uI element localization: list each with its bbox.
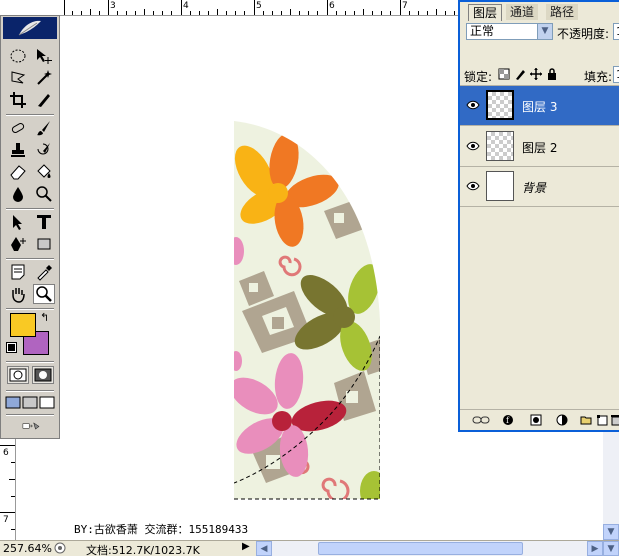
trash-icon[interactable]: [610, 414, 619, 426]
ruler-number: 6: [3, 448, 9, 458]
lock-position-icon[interactable]: [530, 68, 542, 80]
quick-mask-mode-icon[interactable]: [32, 366, 54, 384]
blend-mode-select[interactable]: 正常 ▼: [466, 23, 553, 40]
magic-wand-icon[interactable]: [33, 68, 55, 88]
screen-mode-full-menu-icon[interactable]: [22, 392, 38, 412]
document-canvas[interactable]: BY:古欲香萧 交流群：155189433: [16, 16, 458, 540]
credit-text: BY:古欲香萧 交流群：155189433: [74, 523, 249, 536]
toolbox-separator: [6, 361, 54, 363]
document-size-info: 文档:512.7K/1023.7K: [86, 544, 200, 557]
history-brush-icon[interactable]: [33, 140, 55, 160]
layer-name: 背景: [522, 181, 547, 195]
toolbox-separator: [6, 114, 54, 116]
brush-icon[interactable]: [33, 118, 55, 138]
swap-colors-icon[interactable]: ↰: [40, 311, 49, 324]
blur-icon[interactable]: [7, 184, 29, 204]
jump-to-imageready-icon[interactable]: [9, 416, 53, 436]
layer-name: 图层 3: [522, 100, 558, 114]
dodge-icon[interactable]: [33, 184, 55, 204]
screen-mode-full-icon[interactable]: [39, 392, 55, 412]
default-colors-icon[interactable]: [6, 342, 17, 353]
shape-icon[interactable]: [33, 234, 55, 254]
new-group-icon[interactable]: [580, 414, 592, 426]
healing-icon[interactable]: [7, 118, 29, 138]
stamp-icon[interactable]: [7, 140, 29, 160]
scroll-right-button[interactable]: ▶: [587, 541, 603, 556]
visibility-eye-icon[interactable]: [466, 100, 480, 110]
type-icon[interactable]: [33, 212, 55, 232]
standard-mode-icon[interactable]: [7, 366, 29, 384]
ruler-number: 7: [3, 515, 9, 525]
adjustment-layer-icon[interactable]: [556, 414, 568, 426]
status-bar: 257.64% 文档:512.7K/1023.7K ▶ ◀ ▶ ▼: [0, 540, 619, 557]
tab-layers[interactable]: 图层: [468, 4, 503, 21]
feather-logo-icon: [18, 20, 41, 36]
screen-mode-standard-icon[interactable]: [5, 392, 21, 412]
chevron-down-icon: ▼: [537, 24, 552, 39]
layer-row[interactable]: 背景: [460, 167, 619, 207]
horizontal-scroll-thumb[interactable]: [318, 542, 523, 555]
pen-icon[interactable]: [7, 234, 29, 254]
zoom-level[interactable]: 257.64%: [3, 542, 52, 555]
hand-icon[interactable]: [7, 284, 29, 304]
notes-icon[interactable]: [7, 262, 29, 282]
opacity-input[interactable]: 1: [613, 23, 619, 40]
lasso-icon[interactable]: [7, 68, 29, 88]
blend-mode-value: 正常: [470, 24, 495, 38]
layer-row[interactable]: 图层 2: [460, 127, 619, 167]
link-layers-icon[interactable]: [472, 414, 490, 426]
flower-pattern-artwork[interactable]: [234, 121, 380, 501]
lock-all-icon[interactable]: [546, 68, 558, 80]
tab-paths[interactable]: 路径: [546, 4, 579, 20]
status-options-icon[interactable]: [54, 542, 66, 554]
ruler-minor-ticks: [72, 9, 455, 15]
layer-name: 图层 2: [522, 141, 558, 155]
status-menu-arrow-icon[interactable]: ▶: [242, 541, 250, 552]
toolbox-separator: [6, 308, 54, 310]
slice-icon[interactable]: [33, 90, 55, 110]
visibility-eye-icon[interactable]: [466, 141, 480, 151]
layer-style-icon[interactable]: f: [502, 414, 514, 426]
scroll-left-button[interactable]: ◀: [256, 541, 272, 556]
toolbox-panel[interactable]: ↰: [0, 15, 60, 439]
toolbox-header[interactable]: [3, 17, 57, 39]
layers-panel-footer: f: [460, 409, 619, 430]
crop-icon[interactable]: [7, 90, 29, 110]
scroll-corner-down-button[interactable]: ▼: [603, 541, 619, 556]
tab-channels[interactable]: 通道: [506, 4, 539, 20]
fill-input[interactable]: 1: [613, 66, 619, 83]
eyedropper-icon[interactable]: [33, 262, 55, 282]
path-select-icon[interactable]: [7, 212, 29, 232]
layer-thumbnail: [486, 131, 514, 161]
lock-transparency-icon[interactable]: [498, 68, 510, 80]
move-icon[interactable]: [33, 46, 55, 66]
layer-row[interactable]: 图层 3: [460, 86, 619, 126]
opacity-label: 不透明度:: [557, 27, 610, 41]
scroll-down-button[interactable]: ▼: [603, 524, 619, 540]
lock-pixels-icon[interactable]: [514, 68, 526, 80]
toolbox-separator: [6, 258, 54, 260]
layers-panel[interactable]: 图层 通道 路径 正常 ▼ 不透明度: 1 锁定: 填充: 1 图层 3 图层 …: [458, 0, 619, 432]
marquee-icon[interactable]: [7, 46, 29, 66]
zoom-icon[interactable]: [33, 284, 55, 304]
eraser-icon[interactable]: [7, 162, 29, 182]
bucket-icon[interactable]: [33, 162, 55, 182]
visibility-eye-icon[interactable]: [466, 181, 480, 191]
lock-label: 锁定:: [464, 70, 493, 84]
new-layer-icon[interactable]: [596, 414, 608, 426]
horizontal-scrollbar[interactable]: ◀ ▶ ▼: [256, 541, 619, 556]
toolbox-separator: [6, 208, 54, 210]
vertical-scrollbar[interactable]: ▼: [603, 432, 619, 540]
add-mask-icon[interactable]: [530, 414, 542, 426]
layer-thumbnail: [486, 171, 514, 201]
foreground-color-swatch[interactable]: [10, 313, 36, 337]
layer-thumbnail: [486, 90, 514, 120]
fill-label: 填充:: [584, 70, 613, 84]
